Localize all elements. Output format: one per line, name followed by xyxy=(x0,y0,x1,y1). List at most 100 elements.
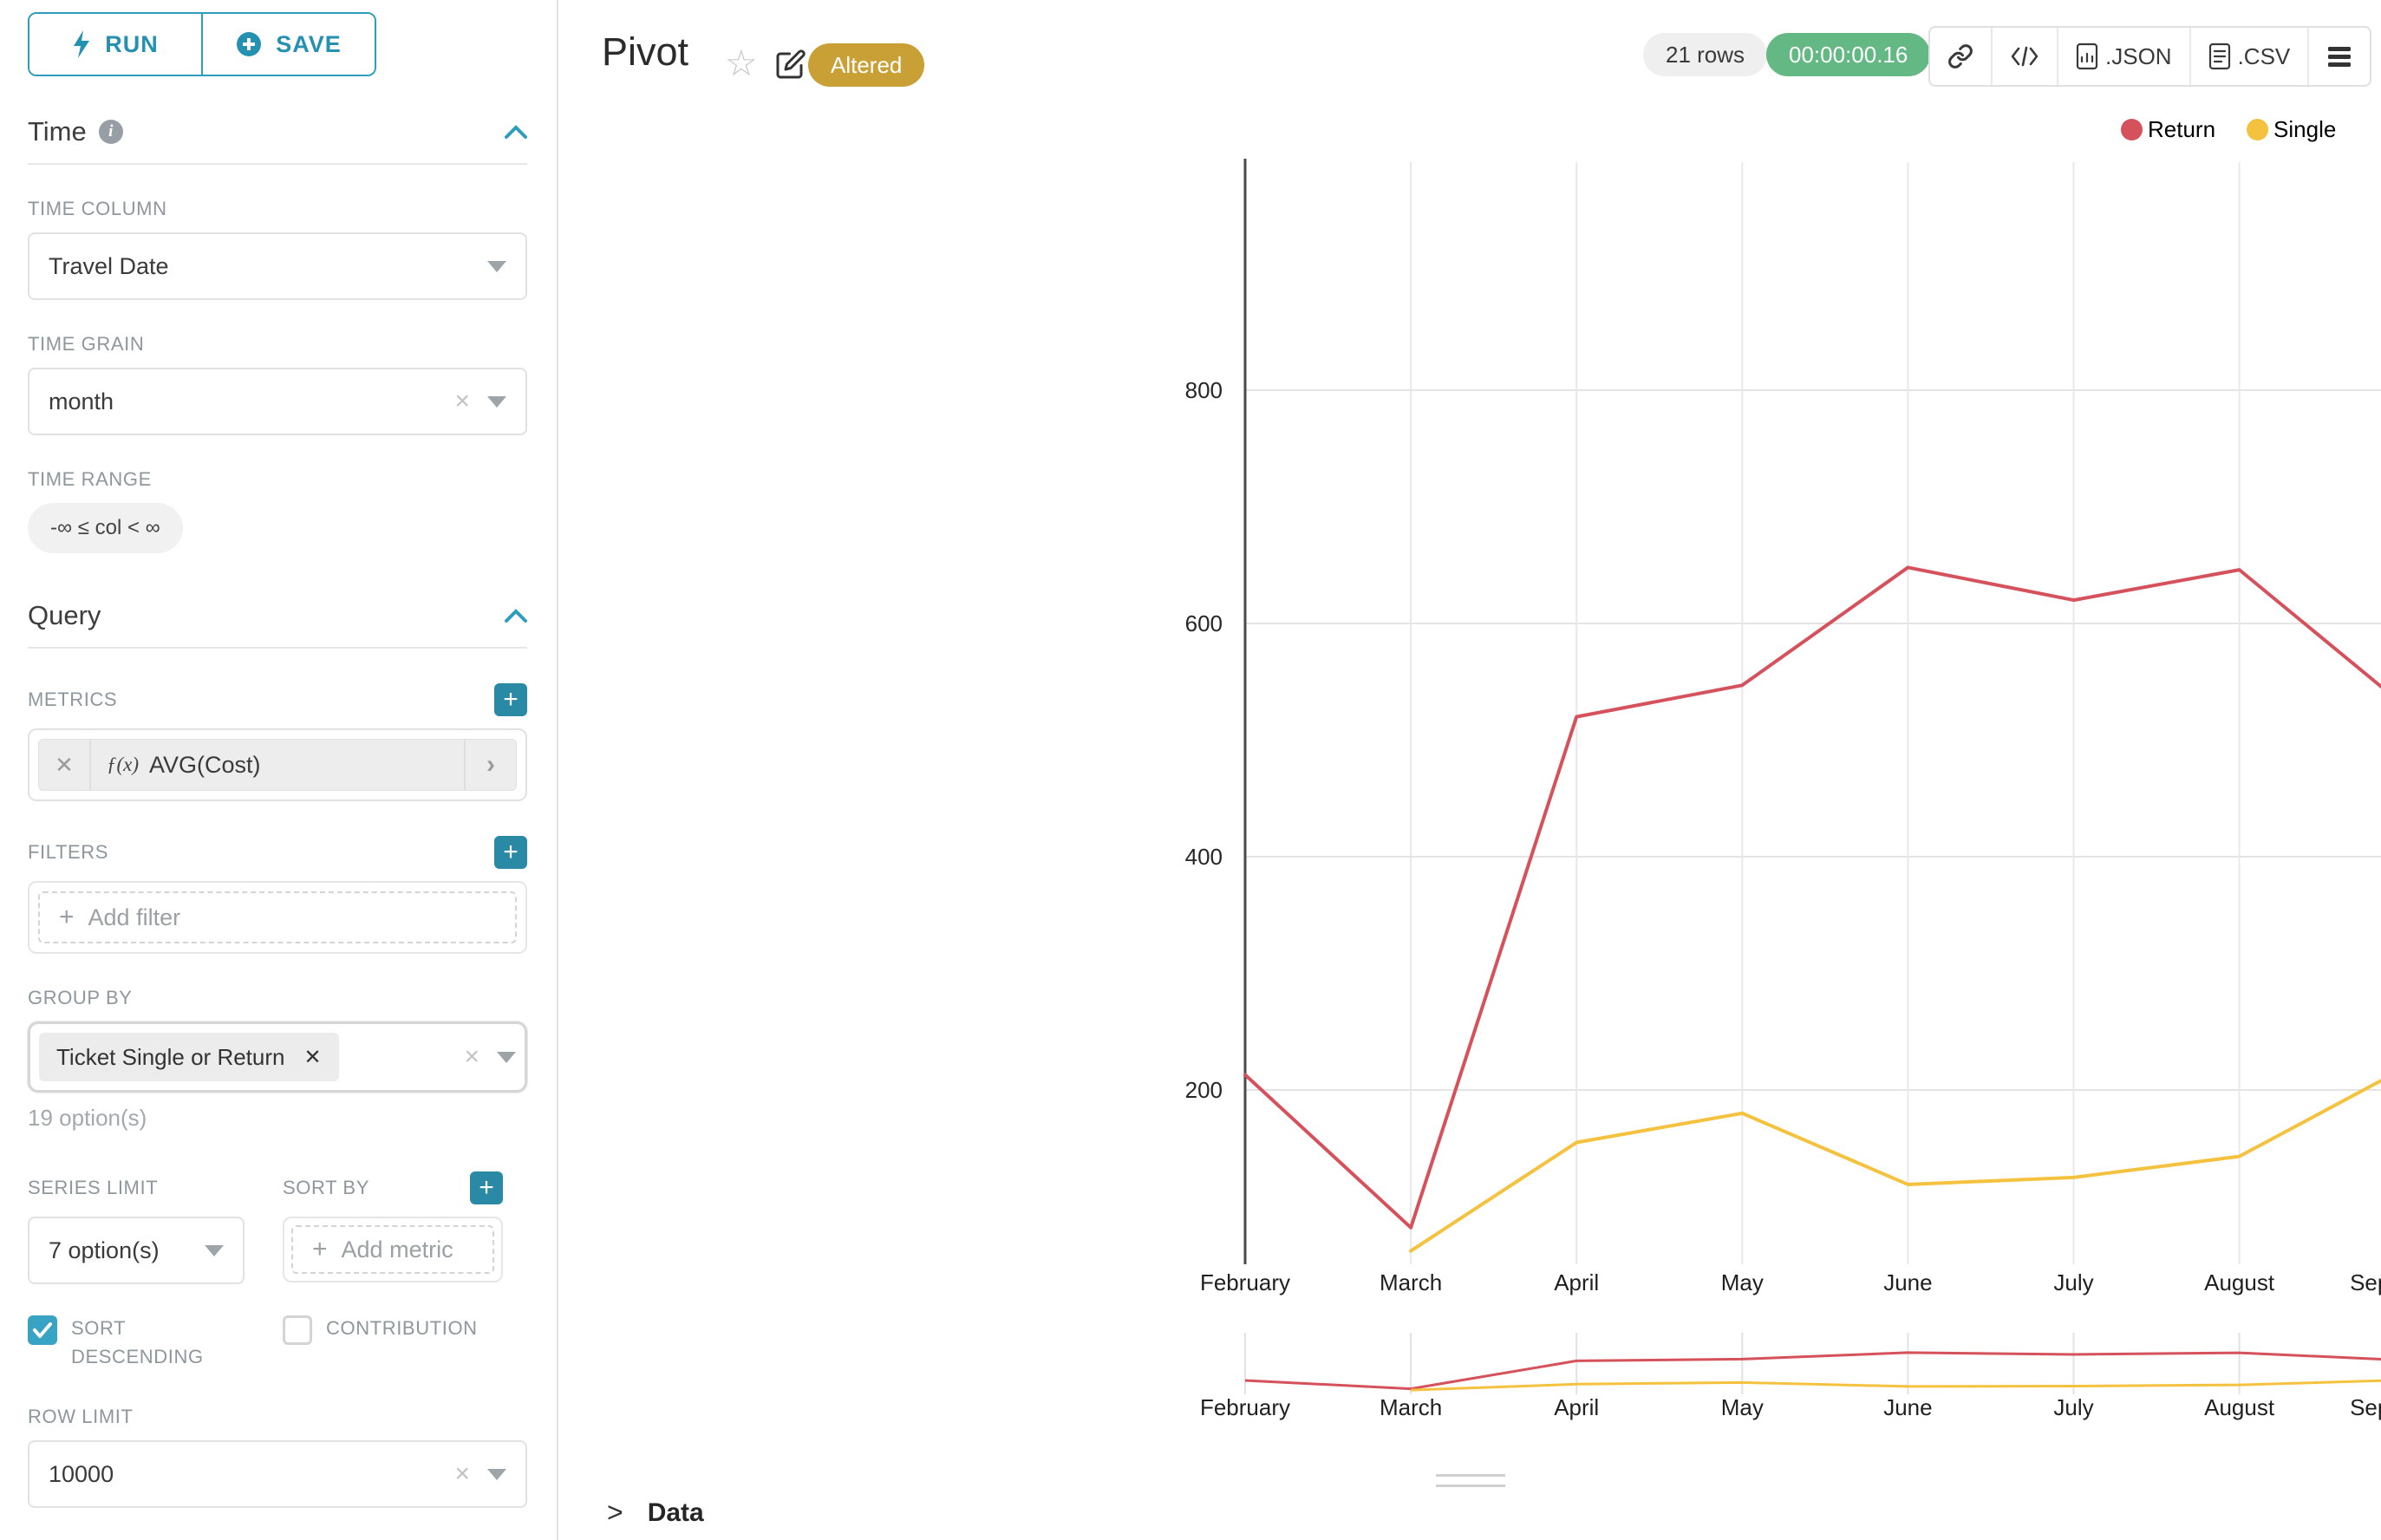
svg-text:March: March xyxy=(1380,1394,1442,1420)
add-sort-metric-plus-button[interactable]: + xyxy=(470,1171,503,1204)
chevron-down-icon xyxy=(487,396,506,408)
chevron-up-icon[interactable] xyxy=(505,125,527,139)
legend-dot-return xyxy=(2121,119,2143,140)
svg-text:February: February xyxy=(1200,1269,1290,1295)
export-toolbar: .JSON .CSV xyxy=(1928,26,2371,87)
add-filter-button[interactable]: + Add filter xyxy=(38,891,517,943)
legend-label-single: Single xyxy=(2273,116,2336,143)
check-icon xyxy=(32,1321,53,1339)
chart-legend: Return Single xyxy=(2121,116,2336,143)
sort-descending-label: SORT DESCENDING xyxy=(71,1314,245,1371)
time-grain-value: month xyxy=(49,388,114,415)
edit-title-icon[interactable] xyxy=(775,49,806,84)
add-sort-metric-label: Add metric xyxy=(342,1237,453,1263)
export-json-button[interactable]: .JSON xyxy=(2057,28,2189,85)
time-range-pill[interactable]: -∞ ≤ col < ∞ xyxy=(28,503,183,553)
clear-icon[interactable]: × xyxy=(454,1459,470,1489)
legend-label-return: Return xyxy=(2148,116,2215,143)
file-chart-icon xyxy=(2076,42,2098,70)
copy-link-button[interactable] xyxy=(1930,28,1991,85)
svg-text:July: July xyxy=(2053,1394,2093,1420)
series-limit-select[interactable]: 7 option(s) xyxy=(28,1217,245,1284)
line-chart[interactable]: 200400600800FebruaryMarchAprilMayJuneJul… xyxy=(558,0,2381,1540)
resize-drag-handle[interactable] xyxy=(1436,1474,1505,1487)
chevron-down-icon xyxy=(487,261,506,272)
time-column-label: TIME COLUMN xyxy=(28,198,527,220)
export-csv-button[interactable]: .CSV xyxy=(2189,28,2308,85)
code-icon xyxy=(2010,45,2039,68)
chevron-down-icon xyxy=(497,1052,516,1063)
legend-item-single[interactable]: Single xyxy=(2247,116,2336,143)
contribution-control[interactable]: CONTRIBUTION xyxy=(283,1314,503,1371)
group-by-pill[interactable]: Ticket Single or Return ✕ xyxy=(39,1033,339,1081)
legend-item-return[interactable]: Return xyxy=(2121,116,2215,143)
add-metric-plus-button[interactable]: + xyxy=(494,683,527,716)
query-timer-badge: 00:00:00.16 xyxy=(1766,33,1930,76)
svg-text:August: August xyxy=(2204,1394,2275,1420)
group-by-options-hint: 19 option(s) xyxy=(28,1105,527,1132)
metrics-label: METRICS xyxy=(28,688,117,711)
time-section-title: Time xyxy=(28,116,87,147)
sort-by-box: + Add metric xyxy=(283,1217,503,1282)
time-section-header[interactable]: Time i xyxy=(28,116,527,165)
row-count-badge: 21 rows xyxy=(1643,33,1767,76)
svg-text:400: 400 xyxy=(1185,844,1223,870)
plus-icon: + xyxy=(59,903,75,932)
data-panel-title: Data xyxy=(648,1498,704,1528)
time-column-value: Travel Date xyxy=(49,253,169,280)
time-column-select[interactable]: Travel Date xyxy=(28,232,527,300)
export-csv-label: .CSV xyxy=(2238,43,2291,70)
chevron-up-icon[interactable] xyxy=(505,609,527,623)
function-icon: ƒ(x) xyxy=(107,754,139,776)
plus-circle-icon xyxy=(236,31,262,57)
metrics-box: ✕ ƒ(x) AVG(Cost) › xyxy=(28,728,527,801)
data-panel-header[interactable]: > Data xyxy=(607,1497,704,1529)
add-filter-label: Add filter xyxy=(88,904,181,931)
series-limit-label: SERIES LIMIT xyxy=(28,1177,158,1199)
run-button[interactable]: RUN xyxy=(29,14,201,75)
contribution-checkbox[interactable] xyxy=(283,1315,312,1345)
superset-explore: RUN SAVE Time i TIME COLUMN Travel Date … xyxy=(0,0,2381,1540)
group-by-value: Ticket Single or Return xyxy=(56,1044,284,1071)
filters-box: + Add filter xyxy=(28,881,527,954)
embed-code-button[interactable] xyxy=(1991,28,2057,85)
clear-icon[interactable]: × xyxy=(464,1042,479,1072)
time-range-label: TIME RANGE xyxy=(28,468,527,491)
add-filter-plus-button[interactable]: + xyxy=(494,836,527,869)
svg-text:September: September xyxy=(2350,1394,2381,1420)
clear-icon[interactable]: × xyxy=(454,387,470,416)
sort-descending-control[interactable]: SORT DESCENDING xyxy=(28,1314,245,1371)
filters-label: FILTERS xyxy=(28,841,108,864)
svg-text:800: 800 xyxy=(1185,377,1223,403)
chevron-right-icon[interactable]: › xyxy=(464,740,516,790)
svg-text:600: 600 xyxy=(1185,610,1223,636)
remove-tag-icon[interactable]: ✕ xyxy=(303,1045,321,1070)
sort-by-label: SORT BY xyxy=(283,1177,369,1199)
lightning-icon xyxy=(72,30,91,58)
svg-text:May: May xyxy=(1721,1269,1764,1295)
group-by-select[interactable]: Ticket Single or Return ✕ × xyxy=(28,1021,527,1093)
file-text-icon xyxy=(2208,42,2231,70)
svg-text:February: February xyxy=(1200,1394,1290,1420)
run-save-button-group: RUN SAVE xyxy=(28,12,376,76)
more-menu-button[interactable] xyxy=(2307,28,2370,85)
favorite-star-icon[interactable]: ☆ xyxy=(725,42,758,84)
plus-icon: + xyxy=(312,1235,328,1264)
remove-metric-icon[interactable]: ✕ xyxy=(39,740,91,790)
svg-text:September: September xyxy=(2350,1269,2381,1295)
row-limit-value: 10000 xyxy=(49,1461,114,1488)
altered-badge[interactable]: Altered xyxy=(808,43,924,87)
save-button[interactable]: SAVE xyxy=(201,14,375,75)
time-grain-select[interactable]: month × xyxy=(28,368,527,435)
save-button-label: SAVE xyxy=(276,31,342,58)
chevron-right-icon[interactable]: > xyxy=(607,1497,623,1529)
svg-text:May: May xyxy=(1721,1394,1764,1420)
row-limit-select[interactable]: 10000 × xyxy=(28,1440,527,1508)
sort-descending-checkbox[interactable] xyxy=(28,1315,57,1345)
export-json-label: .JSON xyxy=(2105,43,2172,70)
add-sort-metric-button[interactable]: + Add metric xyxy=(291,1225,494,1274)
series-limit-value: 7 option(s) xyxy=(49,1237,160,1264)
query-section-header[interactable]: Query xyxy=(28,600,527,649)
metric-pill[interactable]: ✕ ƒ(x) AVG(Cost) › xyxy=(38,739,517,791)
svg-text:July: July xyxy=(2053,1269,2093,1295)
